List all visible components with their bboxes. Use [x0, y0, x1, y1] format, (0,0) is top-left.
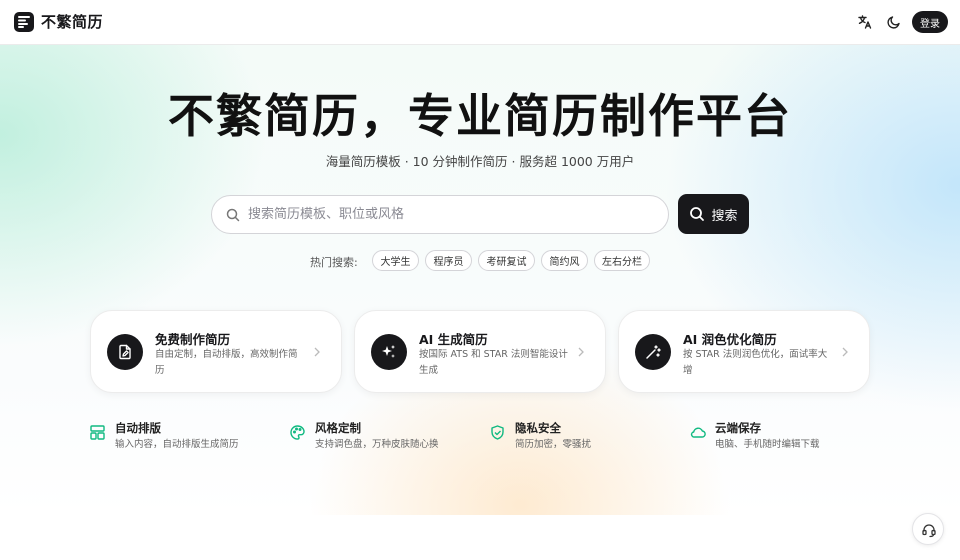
headset-icon [922, 524, 936, 538]
perk-title: 风格定制 [315, 421, 361, 435]
logo-icon[interactable] [14, 12, 34, 32]
chevron-right-icon [314, 347, 320, 357]
perk-title: 自动排版 [115, 421, 161, 435]
hot-tag[interactable]: 程序员 [425, 250, 472, 271]
brand-name[interactable]: 不繁简历 [41, 11, 103, 32]
feature-card-free-resume[interactable]: 免费制作简历 自由定制，自动排版，高效制作简历 [90, 310, 342, 393]
feature-card-ai-polish[interactable]: AI 润色优化简历 按 STAR 法则润色优化，面试率大增 [618, 310, 870, 393]
resume-edit-icon [107, 334, 143, 370]
perk-desc: 支持调色盘，万种皮肤随心换 [315, 439, 439, 450]
perk-desc: 简历加密，零骚扰 [515, 439, 592, 450]
hot-tag[interactable]: 大学生 [372, 250, 419, 271]
search-icon [690, 207, 705, 221]
cloud-icon [690, 427, 706, 438]
perk-desc: 电脑、手机随时编辑下载 [715, 439, 820, 450]
feature-desc: 自由定制，自动排版，高效制作简历 [155, 349, 298, 376]
hot-tag[interactable]: 考研复试 [478, 250, 535, 271]
top-nav: 不繁简历 登录 [0, 0, 960, 45]
search-input[interactable] [248, 196, 658, 233]
layout-icon [90, 425, 105, 440]
palette-icon [290, 425, 305, 440]
perk-title: 云端保存 [715, 421, 761, 435]
feature-desc: 按 STAR 法则润色优化，面试率大增 [683, 349, 828, 376]
hot-search-label: 热门搜索: [310, 256, 358, 269]
feature-desc: 按国际 ATS 和 STAR 法则智能设计生成 [419, 349, 568, 376]
search-box[interactable] [211, 195, 669, 234]
sparkles-icon [371, 334, 407, 370]
login-button[interactable]: 登录 [912, 11, 948, 33]
perk-title: 隐私安全 [515, 421, 561, 435]
feature-title: 免费制作简历 [155, 332, 231, 347]
hero-title: 不繁简历，专业简历制作平台 [168, 89, 792, 143]
moon-icon[interactable] [886, 14, 902, 30]
chevron-right-icon [842, 347, 848, 357]
main-content: 不繁简历，专业简历制作平台 海量简历模板 · 10 分钟制作简历 · 服务超 1… [0, 0, 960, 560]
customer-support-button[interactable] [912, 513, 944, 545]
perk-desc: 输入内容，自动排版生成简历 [115, 439, 239, 450]
hero-subtitle: 海量简历模板 · 10 分钟制作简历 · 服务超 1000 万用户 [325, 154, 635, 169]
feature-card-ai-generate[interactable]: AI 生成简历 按国际 ATS 和 STAR 法则智能设计生成 [354, 310, 606, 393]
hot-tag[interactable]: 简约风 [541, 250, 588, 271]
search-button[interactable]: 搜索 [678, 194, 749, 234]
search-icon [226, 208, 240, 222]
magic-wand-icon [635, 334, 671, 370]
feature-title: AI 生成简历 [419, 332, 488, 347]
translate-icon[interactable] [857, 14, 873, 30]
feature-title: AI 润色优化简历 [683, 332, 777, 347]
shield-check-icon [491, 425, 504, 440]
search-button-label: 搜索 [711, 208, 738, 224]
hot-tag[interactable]: 左右分栏 [594, 250, 650, 271]
chevron-right-icon [578, 347, 584, 357]
